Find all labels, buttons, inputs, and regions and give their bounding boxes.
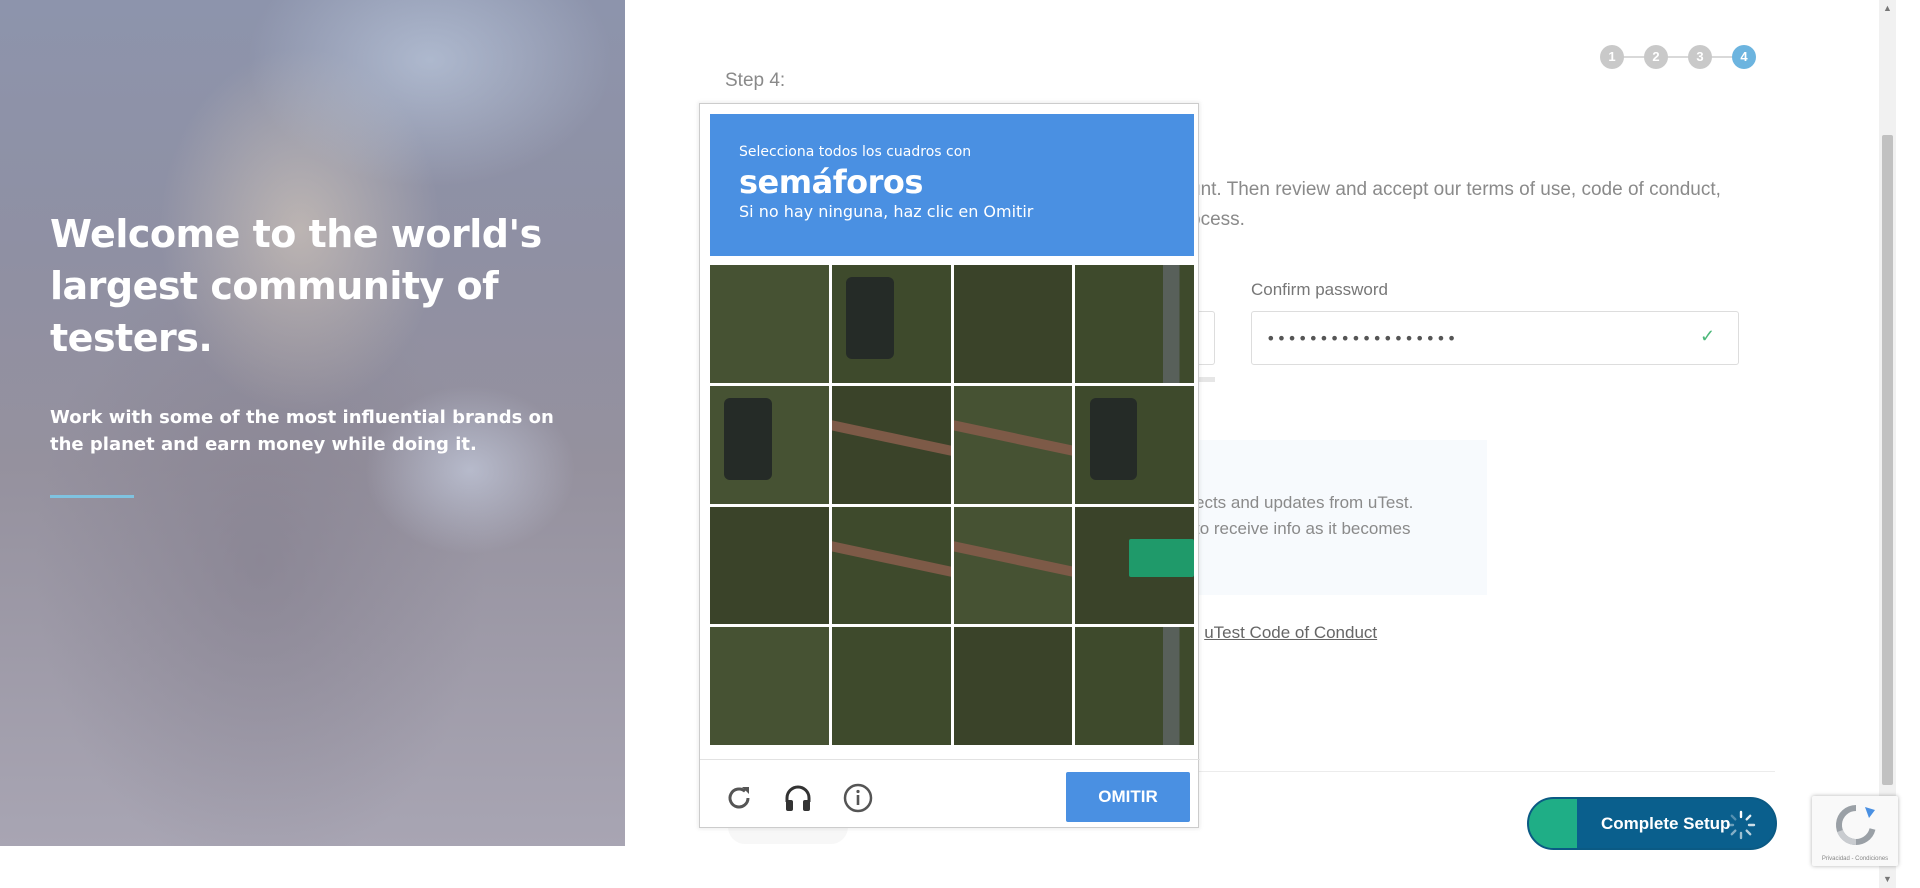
check-icon: ✓ — [1700, 326, 1716, 346]
step-3: 3 — [1688, 45, 1712, 69]
recaptcha-logo-icon — [1835, 805, 1876, 846]
step-progress: 1 2 3 4 — [1600, 45, 1760, 69]
hero-panel: Welcome to the world's largest community… — [0, 0, 625, 846]
recaptcha-badge[interactable]: Privacidad - Condiciones — [1812, 796, 1898, 866]
newsletter-text: ects and updates from uTest. to receive … — [1195, 490, 1485, 542]
complete-setup-label: Complete Setup — [1601, 813, 1731, 833]
complete-setup-button[interactable]: Complete Setup — [1527, 797, 1777, 850]
hero-title: Welcome to the world's largest community… — [50, 212, 542, 360]
description-text: unt. Then review and accept our terms of… — [1190, 179, 1721, 230]
step-label: Step 4: — [725, 70, 786, 91]
captcha-tile[interactable] — [710, 265, 829, 383]
footer-divider — [1185, 771, 1775, 772]
captcha-tile[interactable] — [1075, 385, 1194, 504]
captcha-tile[interactable] — [831, 506, 951, 625]
code-of-conduct-row: e uTest Code of Conduct — [1190, 623, 1377, 643]
step-4: 4 — [1732, 45, 1756, 69]
captcha-tile[interactable] — [831, 385, 951, 504]
captcha-tile[interactable] — [831, 265, 951, 383]
audio-headphones-icon[interactable] — [782, 782, 814, 814]
hero-subtitle: Work with some of the most influential b… — [50, 407, 554, 455]
captcha-grid — [710, 265, 1194, 745]
captcha-footer: OMITIR — [700, 759, 1200, 829]
captcha-target: semáforos — [739, 163, 923, 201]
captcha-tile[interactable] — [710, 506, 829, 625]
step-description: unt. Then review and accept our terms of… — [1190, 175, 1760, 235]
captcha-tile[interactable] — [1075, 506, 1194, 625]
captcha-tile[interactable] — [710, 627, 829, 745]
captcha-tile[interactable] — [1075, 265, 1194, 383]
step-connector — [1612, 56, 1748, 58]
captcha-hint: Si no hay ninguna, haz clic en Omitir — [739, 202, 1034, 221]
spinner-icon — [1726, 810, 1756, 840]
hero-divider — [50, 495, 134, 498]
step-1: 1 — [1600, 45, 1624, 69]
captcha-tile[interactable] — [953, 385, 1073, 504]
captcha-tile[interactable] — [1075, 627, 1194, 745]
captcha-tile[interactable] — [831, 627, 951, 745]
reload-icon[interactable] — [723, 782, 755, 814]
confirm-password-field[interactable]: •••••••••••••••••• — [1251, 311, 1739, 365]
captcha-tile[interactable] — [953, 627, 1073, 745]
confirm-password-value: •••••••••••••••••• — [1266, 328, 1458, 348]
captcha-header: Selecciona todos los cuadros con semáfor… — [710, 114, 1194, 256]
captcha-tile[interactable] — [710, 385, 829, 504]
scroll-up-icon[interactable]: ▲ — [1879, 0, 1896, 17]
scroll-down-icon[interactable]: ▼ — [1879, 871, 1896, 888]
newsletter-line-2: to receive info as it becomes — [1195, 519, 1411, 538]
recaptcha-badge-text[interactable]: Privacidad - Condiciones — [1812, 856, 1898, 862]
confirm-password-label: Confirm password — [1251, 280, 1388, 299]
skip-button[interactable]: OMITIR — [1066, 772, 1190, 822]
newsletter-line-1: ects and updates from uTest. — [1195, 493, 1414, 512]
code-of-conduct-link[interactable]: uTest Code of Conduct — [1204, 623, 1377, 642]
captcha-challenge: Selecciona todos los cuadros con semáfor… — [699, 103, 1200, 829]
captcha-instruction: Selecciona todos los cuadros con — [739, 144, 972, 160]
info-icon[interactable] — [842, 782, 874, 814]
scrollbar-thumb[interactable] — [1882, 135, 1893, 785]
step-2: 2 — [1644, 45, 1668, 69]
captcha-tile[interactable] — [953, 506, 1073, 625]
captcha-tile[interactable] — [953, 265, 1073, 383]
